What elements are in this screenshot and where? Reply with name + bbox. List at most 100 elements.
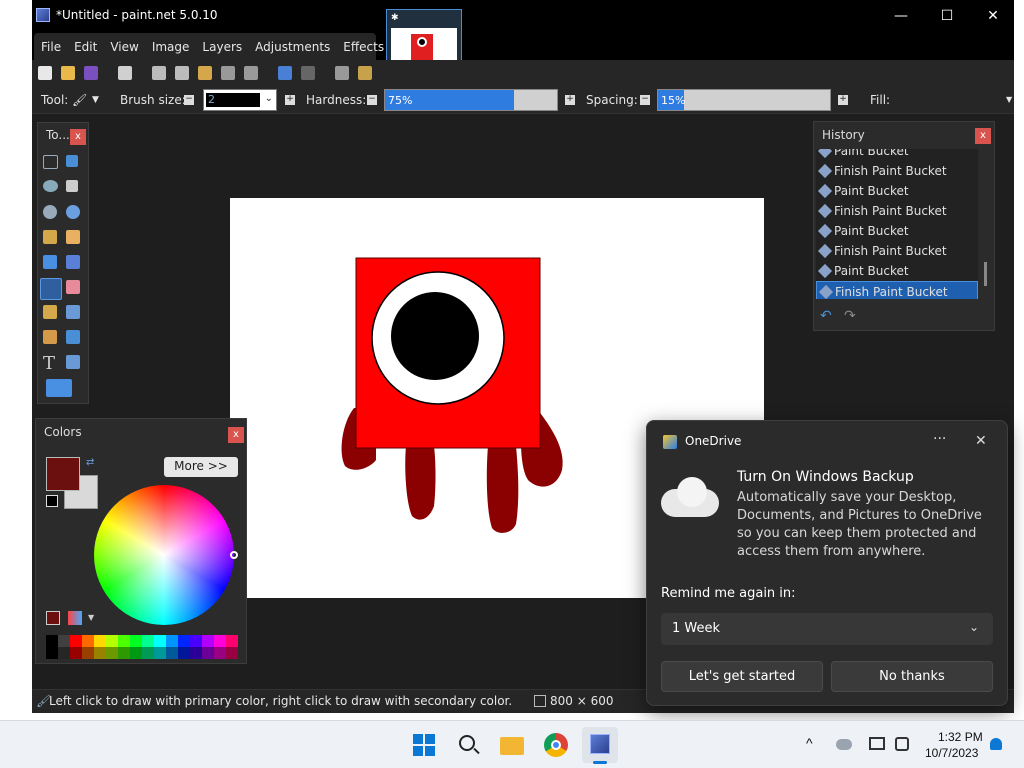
menu-effects[interactable]: Effects — [336, 33, 390, 60]
menu-adjustments[interactable]: Adjustments — [248, 33, 336, 60]
history-item[interactable]: Finish Paint Bucket — [816, 161, 978, 181]
primary-color-swatch[interactable] — [46, 457, 80, 491]
palette-swatch[interactable] — [46, 647, 58, 659]
palette-swatch[interactable] — [58, 635, 70, 647]
menu-image[interactable]: Image — [145, 33, 196, 60]
palette-swatch[interactable] — [130, 635, 142, 647]
menu-view[interactable]: View — [103, 33, 144, 60]
history-panel-close-button[interactable]: x — [975, 128, 991, 144]
close-button[interactable]: ✕ — [970, 4, 1014, 28]
pan-tool-icon[interactable] — [66, 230, 80, 244]
tools-panel-close-button[interactable]: x — [70, 129, 86, 145]
palette-swatch[interactable] — [202, 647, 214, 659]
palette-swatch[interactable] — [166, 647, 178, 659]
palette-swatch[interactable] — [58, 647, 70, 659]
spacing-decrease-button[interactable]: − — [640, 95, 650, 105]
onedrive-tray-icon[interactable] — [836, 739, 852, 750]
history-item[interactable]: Paint Bucket — [816, 149, 978, 161]
copy-icon[interactable] — [175, 66, 189, 80]
paintbrush-tool-icon-selected[interactable] — [40, 278, 62, 300]
eraser-tool-icon[interactable] — [66, 280, 80, 294]
paint-net-taskbar-icon[interactable] — [582, 727, 618, 764]
clone-stamp-tool-icon[interactable] — [43, 330, 57, 344]
palette-swatch[interactable] — [130, 647, 142, 659]
line-curve-tool-icon[interactable] — [66, 355, 80, 369]
reset-colors-icon[interactable] — [46, 495, 58, 507]
tray-chevron-icon[interactable]: ^ — [806, 735, 813, 751]
palette-swatch[interactable] — [166, 635, 178, 647]
clock-time[interactable]: 1:32 PM — [938, 730, 983, 744]
ellipse-select-tool-icon[interactable] — [43, 205, 57, 219]
more-colors-button[interactable]: More >> — [164, 457, 238, 477]
rectangle-select-tool-icon[interactable] — [43, 155, 58, 169]
lasso-select-tool-icon[interactable] — [43, 180, 58, 192]
crop-to-selection-icon[interactable] — [221, 66, 235, 80]
start-windows-icon[interactable] — [406, 727, 442, 763]
redo-icon[interactable] — [301, 66, 315, 80]
maximize-button[interactable]: ☐ — [924, 4, 970, 28]
add-to-palette-icon[interactable] — [46, 611, 60, 625]
palette-swatch[interactable] — [118, 647, 130, 659]
palette-swatch[interactable] — [190, 635, 202, 647]
network-icon[interactable] — [869, 737, 885, 750]
lets-get-started-button[interactable]: Let's get started — [661, 661, 823, 692]
paintbrush-tool-icon[interactable]: 🖌 — [72, 93, 87, 107]
new-file-icon[interactable] — [38, 66, 52, 80]
brush-size-chevron-icon[interactable]: ⌄ — [265, 93, 273, 104]
menu-file[interactable]: File — [34, 33, 67, 60]
palette-swatch[interactable] — [46, 635, 58, 647]
color-wheel[interactable] — [94, 485, 234, 625]
ruler-icon[interactable] — [358, 66, 372, 80]
deselect-icon[interactable] — [244, 66, 258, 80]
notification-menu-button[interactable]: ··· — [933, 431, 946, 447]
history-item[interactable]: Paint Bucket — [816, 181, 978, 201]
hardness-slider[interactable]: 75% — [384, 89, 558, 111]
history-scrollbar[interactable] — [984, 262, 987, 286]
file-explorer-icon[interactable] — [494, 727, 530, 763]
palette-swatch[interactable] — [178, 647, 190, 659]
print-icon[interactable] — [118, 66, 132, 80]
palette-swatch[interactable] — [226, 635, 238, 647]
history-item[interactable]: Paint Bucket — [816, 261, 978, 281]
volume-muted-icon[interactable] — [895, 737, 909, 751]
spacing-increase-button[interactable]: + — [838, 95, 848, 105]
recolor-tool-icon[interactable] — [66, 330, 80, 344]
palette-swatch[interactable] — [70, 647, 82, 659]
grid-icon[interactable] — [335, 66, 349, 80]
palette-swatch[interactable] — [118, 635, 130, 647]
palette-swatch[interactable] — [214, 635, 226, 647]
history-item[interactable]: Finish Paint Bucket — [816, 241, 978, 261]
palette-swatch[interactable] — [226, 647, 238, 659]
notification-close-button[interactable]: ✕ — [975, 433, 987, 449]
menu-layers[interactable]: Layers — [195, 33, 248, 60]
move-selected-tool-icon[interactable] — [66, 155, 78, 167]
gradient-tool-icon[interactable] — [66, 255, 80, 269]
history-item-selected[interactable]: Finish Paint Bucket — [816, 281, 978, 299]
clock-date[interactable]: 10/7/2023 — [925, 746, 978, 760]
swap-colors-icon[interactable]: ⇄ — [86, 457, 94, 468]
cut-icon[interactable] — [152, 66, 166, 80]
palette-swatch[interactable] — [142, 635, 154, 647]
search-icon[interactable] — [450, 727, 486, 763]
magic-wand-tool-icon[interactable] — [43, 230, 57, 244]
palette-swatch[interactable] — [94, 635, 106, 647]
palette-swatch[interactable] — [154, 635, 166, 647]
palette-swatch[interactable] — [154, 647, 166, 659]
text-tool-icon[interactable]: T — [43, 353, 61, 374]
brush-size-increase-button[interactable]: + — [285, 95, 295, 105]
palette-swatch[interactable] — [94, 647, 106, 659]
palette-swatch[interactable] — [106, 647, 118, 659]
palette-swatch[interactable] — [178, 635, 190, 647]
palette-swatch[interactable] — [82, 647, 94, 659]
undo-icon[interactable] — [278, 66, 292, 80]
palette-swatch[interactable] — [214, 647, 226, 659]
brush-size-decrease-button[interactable]: − — [184, 95, 194, 105]
paste-icon[interactable] — [198, 66, 212, 80]
color-picker-tool-icon[interactable] — [66, 305, 80, 319]
palette-menu-chevron-icon[interactable]: ▼ — [88, 613, 94, 622]
history-undo-icon[interactable]: ↶ — [820, 308, 832, 324]
remind-select[interactable]: 1 Week ⌄ — [661, 613, 993, 645]
minimize-button[interactable]: — — [878, 4, 924, 28]
spacing-slider[interactable]: 15% — [657, 89, 831, 111]
brush-size-value[interactable]: 2 — [206, 93, 260, 107]
